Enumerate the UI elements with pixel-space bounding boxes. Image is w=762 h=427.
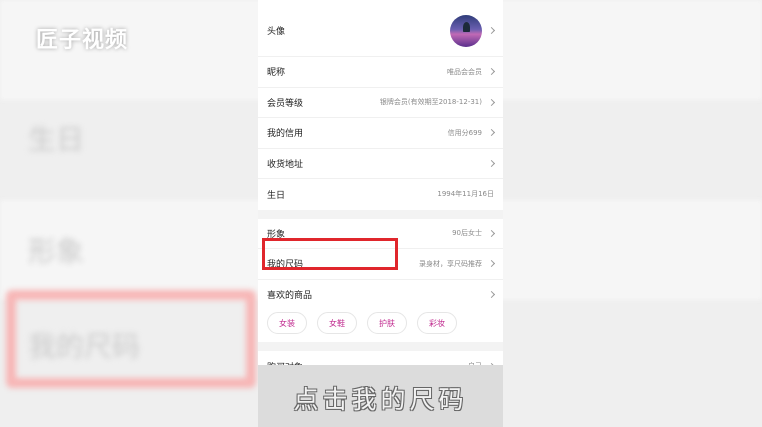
- profile-screen: 头像 昵称 唯品会会员 会员等级 银牌会员(有效期至2018-12-31) 我的…: [258, 0, 503, 427]
- address-label: 收货地址: [267, 159, 304, 170]
- birthday-value: 1994年11月16日: [437, 190, 494, 199]
- address-right: [486, 159, 496, 167]
- avatar-row[interactable]: 头像: [258, 0, 503, 57]
- nickname-right: 唯品会会员: [447, 67, 496, 77]
- chevron-right-icon: [487, 26, 496, 35]
- image-right: 90后女士: [452, 228, 496, 238]
- member-level-row[interactable]: 会员等级 银牌会员(有效期至2018-12-31): [258, 88, 503, 118]
- birthday-label: 生日: [267, 190, 286, 201]
- favorite-tags: 女装 女鞋 护肤 彩妆: [258, 310, 503, 342]
- credit-right: 信用分699: [447, 128, 496, 138]
- credit-value: 信用分699: [447, 128, 482, 137]
- member-level-right: 银牌会员(有效期至2018-12-31): [379, 97, 496, 107]
- nickname-label: 昵称: [267, 68, 286, 79]
- credit-row[interactable]: 我的信用 信用分699: [258, 118, 503, 149]
- backdrop-blur-text: 形象: [28, 235, 85, 268]
- chevron-right-icon: [487, 291, 496, 299]
- image-value: 90后女士: [452, 229, 482, 238]
- favorite-tag[interactable]: 护肤: [367, 312, 407, 334]
- birthday-right: 1994年11月16日: [437, 189, 494, 199]
- my-size-highlight-box: [262, 238, 398, 270]
- watermark-logo: 匠子视频: [36, 28, 129, 53]
- nickname-value: 唯品会会员: [447, 67, 482, 76]
- video-caption: 点击我的尺码: [293, 385, 468, 414]
- birthday-row[interactable]: 生日 1994年11月16日: [258, 179, 503, 210]
- backdrop-highlight-blur: [6, 290, 256, 388]
- chevron-right-icon: [487, 98, 496, 106]
- section-divider: [258, 342, 503, 351]
- favorites-row[interactable]: 喜欢的商品: [258, 280, 503, 311]
- address-row[interactable]: 收货地址: [258, 149, 503, 179]
- favorite-tag[interactable]: 女鞋: [317, 312, 357, 334]
- nickname-row[interactable]: 昵称 唯品会会员: [258, 57, 503, 88]
- chevron-right-icon: [487, 159, 496, 167]
- avatar-row-label: 头像: [267, 27, 286, 37]
- backdrop-blur-text: 生日: [28, 123, 85, 156]
- favorite-tag[interactable]: 女装: [267, 312, 307, 334]
- chevron-right-icon: [487, 129, 496, 137]
- favorites-label: 喜欢的商品: [267, 291, 313, 302]
- chevron-right-icon: [487, 68, 496, 76]
- my-size-value: 录身材，享尺码推荐: [419, 259, 482, 268]
- favorite-tag[interactable]: 彩妆: [417, 312, 457, 334]
- favorites-right: [486, 291, 496, 299]
- chevron-right-icon: [487, 229, 496, 237]
- member-level-label: 会员等级: [267, 98, 304, 109]
- credit-label: 我的信用: [267, 129, 304, 140]
- chevron-right-icon: [487, 260, 496, 268]
- section-divider: [258, 209, 503, 219]
- profile-info-group: 头像 昵称 唯品会会员 会员等级 银牌会员(有效期至2018-12-31) 我的…: [258, 0, 503, 210]
- avatar-row-right: [450, 14, 496, 47]
- my-size-right: 录身材，享尺码推荐: [419, 259, 496, 269]
- member-level-value: 银牌会员(有效期至2018-12-31): [379, 98, 482, 107]
- avatar: [450, 14, 482, 47]
